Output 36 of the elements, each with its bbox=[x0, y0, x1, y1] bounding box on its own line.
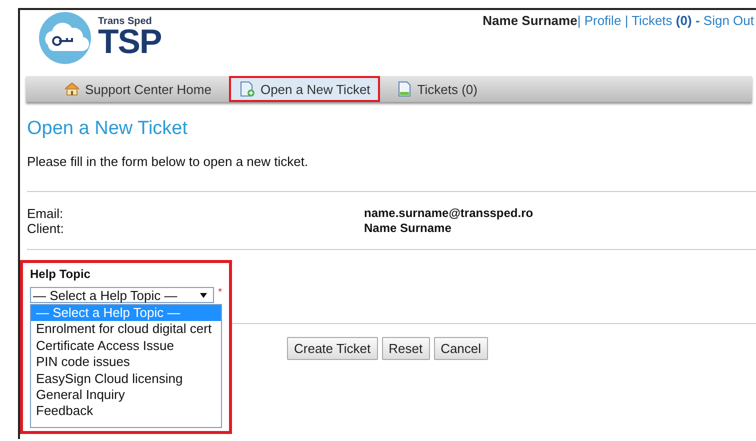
form-button[interactable]: Cancel bbox=[434, 337, 488, 360]
separator: | bbox=[577, 13, 581, 28]
separator: - bbox=[695, 13, 700, 28]
user-name: Name Surname bbox=[482, 13, 578, 28]
dropdown-option[interactable]: Certificate Access Issue bbox=[31, 338, 221, 354]
profile-link[interactable]: Profile bbox=[584, 13, 622, 28]
field-label: Client: bbox=[27, 221, 65, 236]
logo-text: TSP bbox=[98, 27, 162, 57]
nav-tab[interactable]: Open a New Ticket bbox=[229, 76, 380, 102]
field-label: Email: bbox=[27, 206, 64, 221]
brand-name: Trans Sped bbox=[98, 16, 153, 27]
document-icon bbox=[398, 81, 412, 97]
dropdown-option[interactable]: PIN code issues bbox=[31, 354, 221, 371]
dropdown-option[interactable]: Feedback bbox=[31, 403, 221, 420]
separator: | bbox=[624, 13, 628, 28]
nav-tab[interactable]: Tickets (0) bbox=[388, 76, 488, 102]
cloud-key-logo-icon bbox=[38, 11, 92, 65]
ticket-count: (0) bbox=[676, 13, 692, 28]
dropdown-option[interactable]: EasySign Cloud licensing bbox=[31, 370, 221, 387]
nav-tab[interactable]: Support Center Home bbox=[54, 76, 222, 102]
help-topic-select[interactable]: — Select a Help Topic — bbox=[30, 287, 214, 303]
form-button[interactable]: Create Ticket bbox=[287, 337, 378, 360]
form-button[interactable]: Reset bbox=[382, 337, 430, 360]
dropdown-option[interactable]: Enrolment for cloud digital cert bbox=[31, 321, 221, 338]
field-label: Help Topic bbox=[30, 267, 92, 281]
field-value: name.surname@transsped.ro bbox=[364, 206, 534, 221]
field-value: Name Surname bbox=[364, 221, 452, 236]
required-mark: * bbox=[218, 287, 222, 298]
caret-icon bbox=[200, 290, 208, 300]
intro-text: Please fill in the form below to open a new ticket. bbox=[27, 154, 310, 169]
page-heading: Open a New Ticket bbox=[27, 118, 189, 140]
new-document-icon bbox=[239, 81, 256, 97]
sign-out-link[interactable]: Sign Out bbox=[703, 13, 754, 28]
tickets-link[interactable]: Tickets bbox=[632, 13, 672, 28]
house-icon bbox=[64, 82, 80, 96]
dropdown-option[interactable]: General Inquiry bbox=[31, 386, 221, 404]
